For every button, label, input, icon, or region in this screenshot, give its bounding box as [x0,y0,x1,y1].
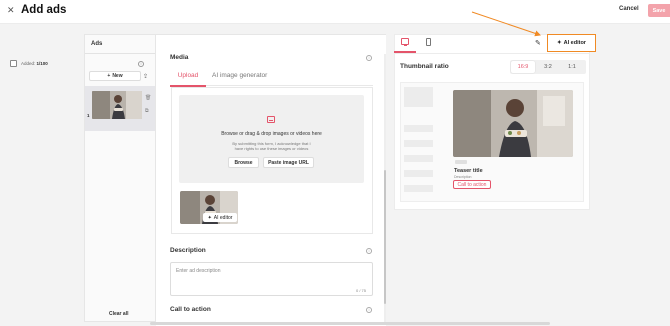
annotation-arrow [471,11,541,37]
horizontal-scrollbar[interactable] [150,322,550,325]
